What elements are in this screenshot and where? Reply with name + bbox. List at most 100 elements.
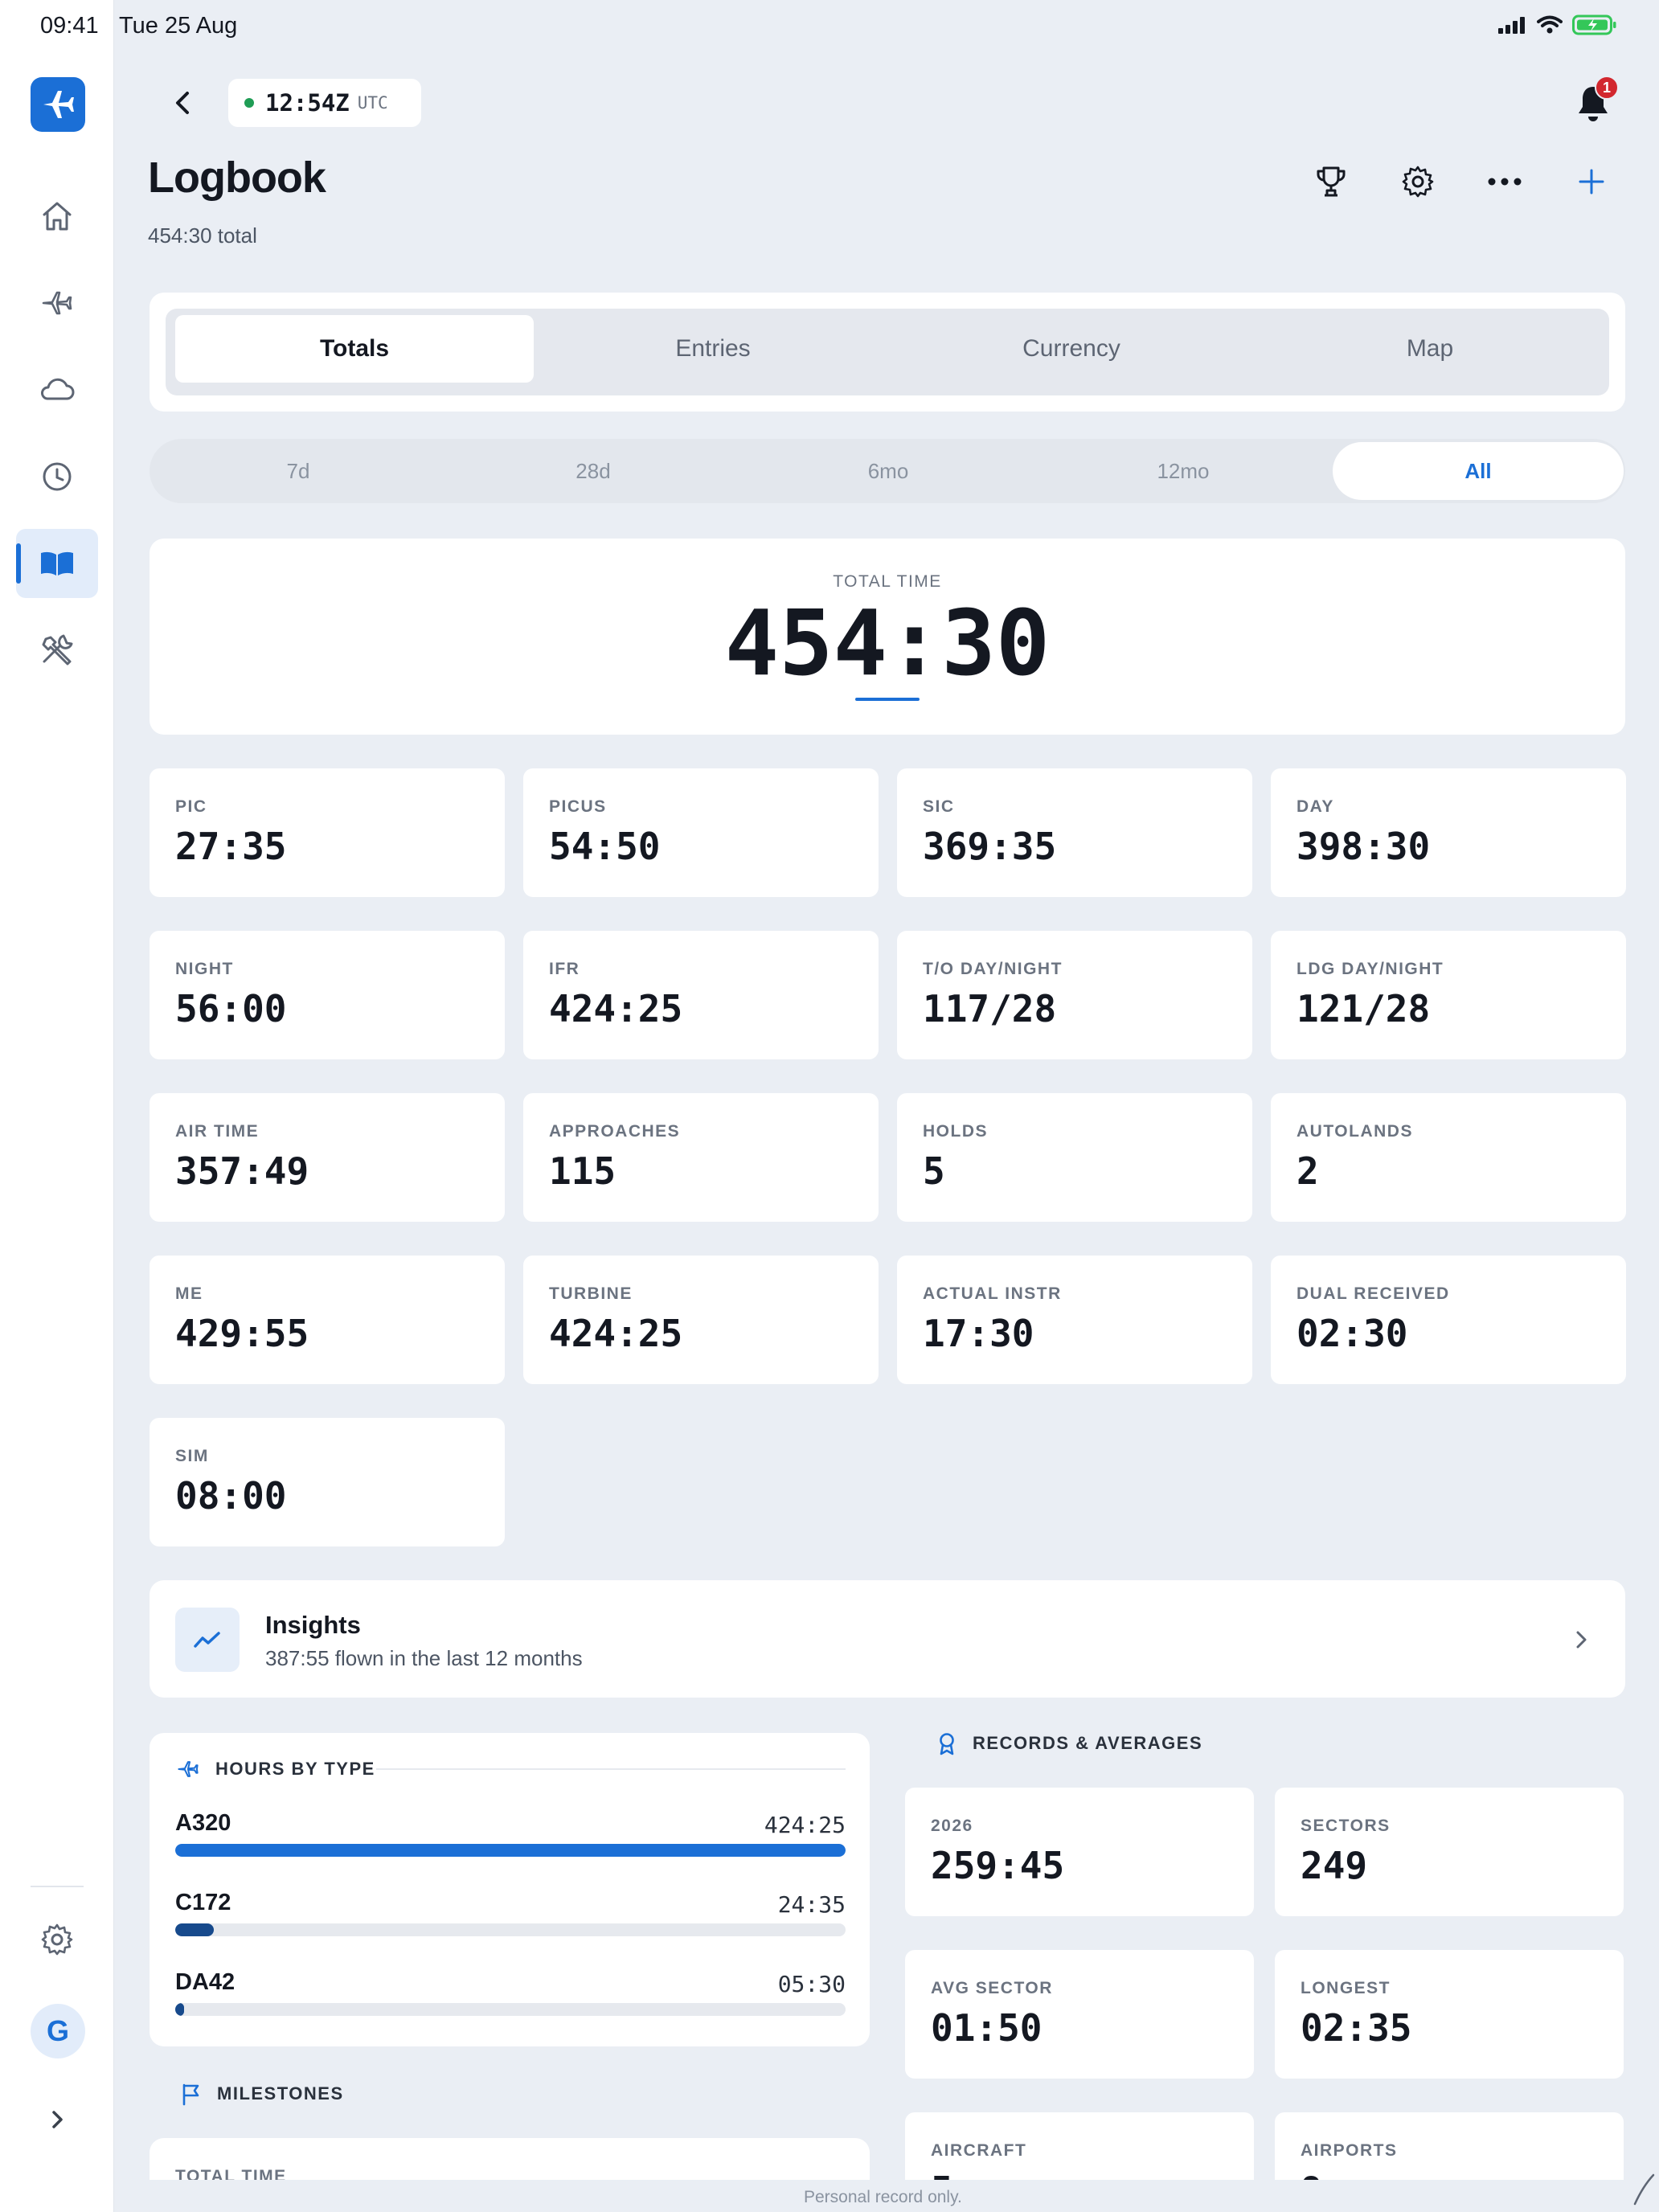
period-12mo[interactable]: 12mo xyxy=(1038,442,1329,500)
type-name: DA42 xyxy=(175,1969,236,1995)
total-time-value: 454:30 xyxy=(724,592,1051,696)
utc-label: UTC xyxy=(357,93,388,113)
sidebar-item-home[interactable] xyxy=(16,182,98,251)
sidebar-expand-button[interactable] xyxy=(16,2085,98,2154)
status-time: 09:41 xyxy=(40,13,99,39)
record-card-longest: LONGEST 02:35 xyxy=(1275,1950,1624,2079)
stat-label: DAY xyxy=(1296,797,1334,816)
tabs-track: Totals Entries Currency Map xyxy=(166,309,1609,395)
type-bar-track xyxy=(175,1923,846,1936)
type-bar-fill xyxy=(175,2003,184,2016)
period-all[interactable]: All xyxy=(1333,442,1624,500)
records-title: RECORDS & AVERAGES xyxy=(973,1733,1203,1753)
hours-by-type-card: HOURS BY TYPE A320 424:25 C172 24:35 DA4… xyxy=(150,1733,870,2046)
stat-card-me: ME 429:55 xyxy=(150,1256,505,1384)
sidebar-item-tools[interactable] xyxy=(16,616,98,685)
type-hours: 24:35 xyxy=(777,1891,846,1918)
gear-icon xyxy=(1402,166,1434,198)
stat-value: 429:55 xyxy=(175,1312,309,1355)
stat-label: PIC xyxy=(175,797,207,816)
app-logo[interactable] xyxy=(31,77,85,132)
stat-label: DUAL RECEIVED xyxy=(1296,1284,1450,1303)
stat-card-holds: HOLDS 5 xyxy=(897,1093,1252,1222)
add-entry-button[interactable] xyxy=(1571,161,1612,203)
sidebar-item-logbook[interactable] xyxy=(16,529,98,598)
stat-card-actual-instr: ACTUAL INSTR 17:30 xyxy=(897,1256,1252,1384)
stat-value: 5 xyxy=(923,1149,945,1193)
section-divider xyxy=(376,1768,846,1770)
sidebar-item-history[interactable] xyxy=(16,442,98,511)
stat-card-sim: SIM 08:00 xyxy=(150,1418,505,1546)
status-date: Tue 25 Aug xyxy=(119,13,238,39)
utc-clock: 12:54Z UTC xyxy=(228,79,421,127)
type-row-a320: A320 424:25 xyxy=(175,1810,846,1874)
ellipsis-icon xyxy=(1488,178,1522,186)
stat-label: TURBINE xyxy=(549,1284,633,1303)
more-button[interactable] xyxy=(1484,161,1526,203)
stat-label: SIM xyxy=(175,1447,209,1465)
avatar[interactable]: G xyxy=(31,2004,85,2058)
chevron-left-icon xyxy=(176,92,189,114)
stat-value: 424:25 xyxy=(549,987,683,1030)
stat-label: AIR TIME xyxy=(175,1122,260,1141)
stat-value: 424:25 xyxy=(549,1312,683,1355)
stat-value: 08:00 xyxy=(175,1474,287,1518)
sidebar-item-weather[interactable] xyxy=(16,355,98,424)
stat-card-dual-received: DUAL RECEIVED 02:30 xyxy=(1271,1256,1626,1384)
tab-totals[interactable]: Totals xyxy=(175,315,534,383)
stat-card-picus: PICUS 54:50 xyxy=(523,768,879,897)
stat-card-landings: LDG DAY/NIGHT 121/28 xyxy=(1271,931,1626,1059)
pencil-stroke-icon xyxy=(1633,2173,1655,2206)
record-card-year: 2026 259:45 xyxy=(905,1788,1254,1916)
footer-note: Personal record only. xyxy=(804,2188,962,2206)
sidebar-divider xyxy=(31,1886,84,1887)
stat-label: SIC xyxy=(923,797,955,816)
records-heading: RECORDS & AVERAGES xyxy=(936,1731,1202,1755)
period-6mo[interactable]: 6mo xyxy=(743,442,1034,500)
tab-currency[interactable]: Currency xyxy=(892,315,1251,383)
back-button[interactable] xyxy=(167,87,199,119)
total-time-underline xyxy=(855,698,920,701)
signal-icon xyxy=(1498,17,1525,34)
tab-map[interactable]: Map xyxy=(1251,315,1609,383)
insights-title: Insights xyxy=(265,1611,361,1639)
record-card-avg-sector: AVG SECTOR 01:50 xyxy=(905,1950,1254,2079)
achievements-button[interactable] xyxy=(1310,161,1352,203)
airplane-icon xyxy=(178,1761,199,1777)
stat-value: 27:35 xyxy=(175,825,287,868)
live-indicator xyxy=(244,98,254,108)
trend-chart-icon xyxy=(194,1632,220,1648)
sidebar-item-flights[interactable] xyxy=(16,268,98,338)
record-value: 01:50 xyxy=(931,2006,1043,2050)
record-value: 02:35 xyxy=(1301,2006,1412,2050)
period-28d[interactable]: 28d xyxy=(448,442,739,500)
home-icon xyxy=(43,202,72,231)
period-7d[interactable]: 7d xyxy=(153,442,444,500)
insights-subtitle: 387:55 flown in the last 12 months xyxy=(265,1646,583,1670)
notification-badge: 1 xyxy=(1595,76,1619,100)
stat-label: NIGHT xyxy=(175,960,234,978)
cloud-icon xyxy=(41,378,75,400)
type-bar-fill xyxy=(175,1923,215,1936)
sidebar: G xyxy=(0,0,114,2212)
insights-icon-box xyxy=(175,1608,240,1672)
book-icon xyxy=(41,551,73,576)
stat-value: 54:50 xyxy=(549,825,661,868)
stat-label: IFR xyxy=(549,960,580,978)
tab-entries[interactable]: Entries xyxy=(534,315,892,383)
record-value: 259:45 xyxy=(931,1844,1065,1887)
stat-value: 02:30 xyxy=(1296,1312,1408,1355)
airplane-icon xyxy=(42,291,72,315)
settings-button[interactable] xyxy=(1397,161,1439,203)
total-time-card: TOTAL TIME 454:30 xyxy=(150,539,1625,735)
sidebar-item-settings[interactable] xyxy=(16,1905,98,1974)
status-bar: 09:41 Tue 25 Aug xyxy=(0,0,1659,53)
type-name: C172 xyxy=(175,1890,231,1915)
award-icon xyxy=(940,1733,954,1755)
insights-row[interactable]: Insights 387:55 flown in the last 12 mon… xyxy=(150,1580,1625,1698)
stat-label: ME xyxy=(175,1284,203,1303)
stat-card-air-time: AIR TIME 357:49 xyxy=(150,1093,505,1222)
page-subtitle: 454:30 total xyxy=(148,223,257,248)
stat-value: 17:30 xyxy=(923,1312,1034,1355)
stat-card-autolands: AUTOLANDS 2 xyxy=(1271,1093,1626,1222)
